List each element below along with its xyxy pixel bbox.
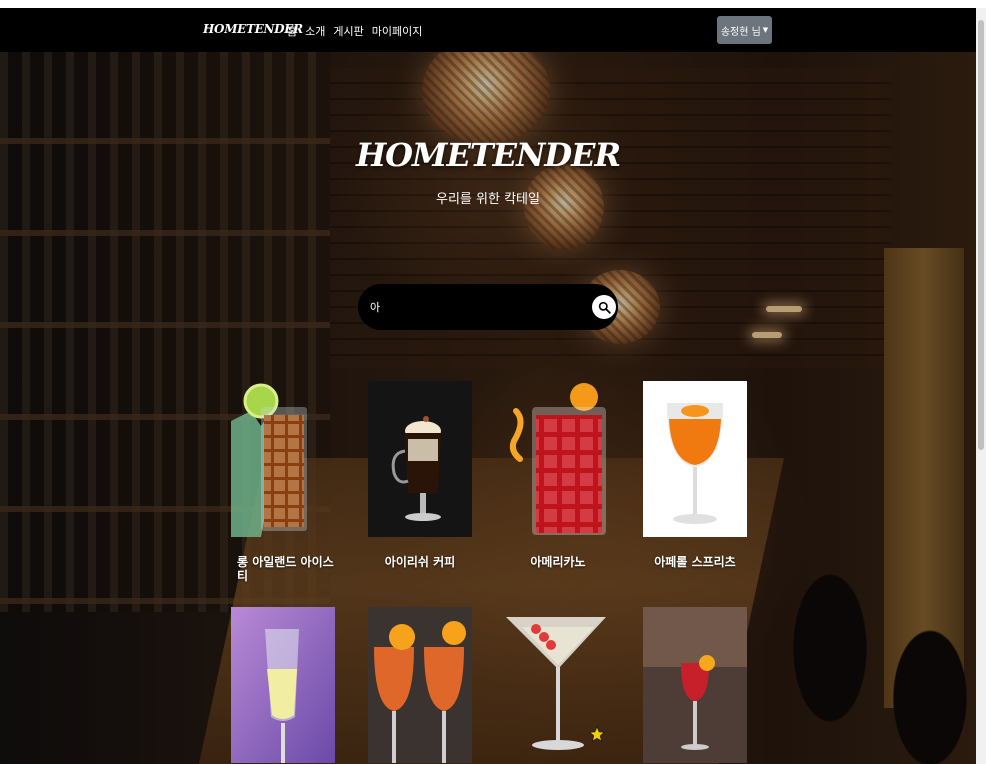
cocktail-image-martini xyxy=(506,607,610,763)
cocktail-image-champagne xyxy=(231,607,335,763)
cocktail-image-aperol-spritz xyxy=(643,381,747,537)
favorite-star-icon[interactable] xyxy=(588,725,606,743)
bar-background-image xyxy=(0,8,976,764)
cocktail-card[interactable]: 아메리카노 xyxy=(506,381,610,569)
cocktail-image-irish-coffee xyxy=(368,381,472,537)
scrollbar-thumb[interactable] xyxy=(978,20,984,450)
top-navbar: HOMETENDER 홈 소개 게시판 마이페이지 송정현 님 ▼ xyxy=(0,8,976,52)
cocktail-name: 아이리쉬 커피 xyxy=(384,555,456,569)
search-bar xyxy=(358,284,618,330)
caret-down-icon: ▼ xyxy=(762,26,769,34)
nav-link-about[interactable]: 소개 xyxy=(305,23,325,39)
cocktail-name: 롱 아일랜드 아이스 티 xyxy=(237,555,334,583)
user-menu-button[interactable]: 송정현 님 ▼ xyxy=(717,16,772,44)
hero-title: HOMETENDER xyxy=(355,136,621,174)
search-button[interactable] xyxy=(592,295,616,319)
cocktail-card[interactable] xyxy=(506,607,610,763)
cocktail-name: 아페롤 스프리츠 xyxy=(654,555,736,569)
search-icon xyxy=(598,301,611,314)
cocktail-card[interactable] xyxy=(643,607,747,763)
search-input[interactable] xyxy=(370,296,580,318)
cocktail-image-spritz-pair xyxy=(368,607,472,763)
cocktail-card[interactable] xyxy=(368,607,472,763)
nav-link-home[interactable]: 홈 xyxy=(287,23,297,39)
cocktail-image-long-island xyxy=(231,381,335,537)
page-viewport: HOMETENDER 홈 소개 게시판 마이페이지 송정현 님 ▼ HOMETE… xyxy=(0,8,976,764)
cocktail-image-negroni xyxy=(643,607,747,763)
hero-subtitle: 우리를 위한 칵테일 xyxy=(436,192,540,207)
nav-link-mypage[interactable]: 마이페이지 xyxy=(372,23,423,39)
cocktail-image-americano xyxy=(506,381,610,537)
nav-link-board[interactable]: 게시판 xyxy=(333,23,363,39)
cocktail-card[interactable]: 아페롤 스프리츠 xyxy=(643,381,747,569)
cocktail-name: 아메리카노 xyxy=(530,555,586,569)
page-scrollbar[interactable] xyxy=(976,8,986,764)
cocktail-card[interactable] xyxy=(231,607,335,763)
cocktail-card[interactable]: 롱 아일랜드 아이스 티 xyxy=(231,381,335,583)
nav-links: 홈 소개 게시판 마이페이지 xyxy=(287,23,422,39)
user-menu-label: 송정현 님 xyxy=(720,26,761,38)
cocktail-card[interactable]: 아이리쉬 커피 xyxy=(368,381,472,569)
